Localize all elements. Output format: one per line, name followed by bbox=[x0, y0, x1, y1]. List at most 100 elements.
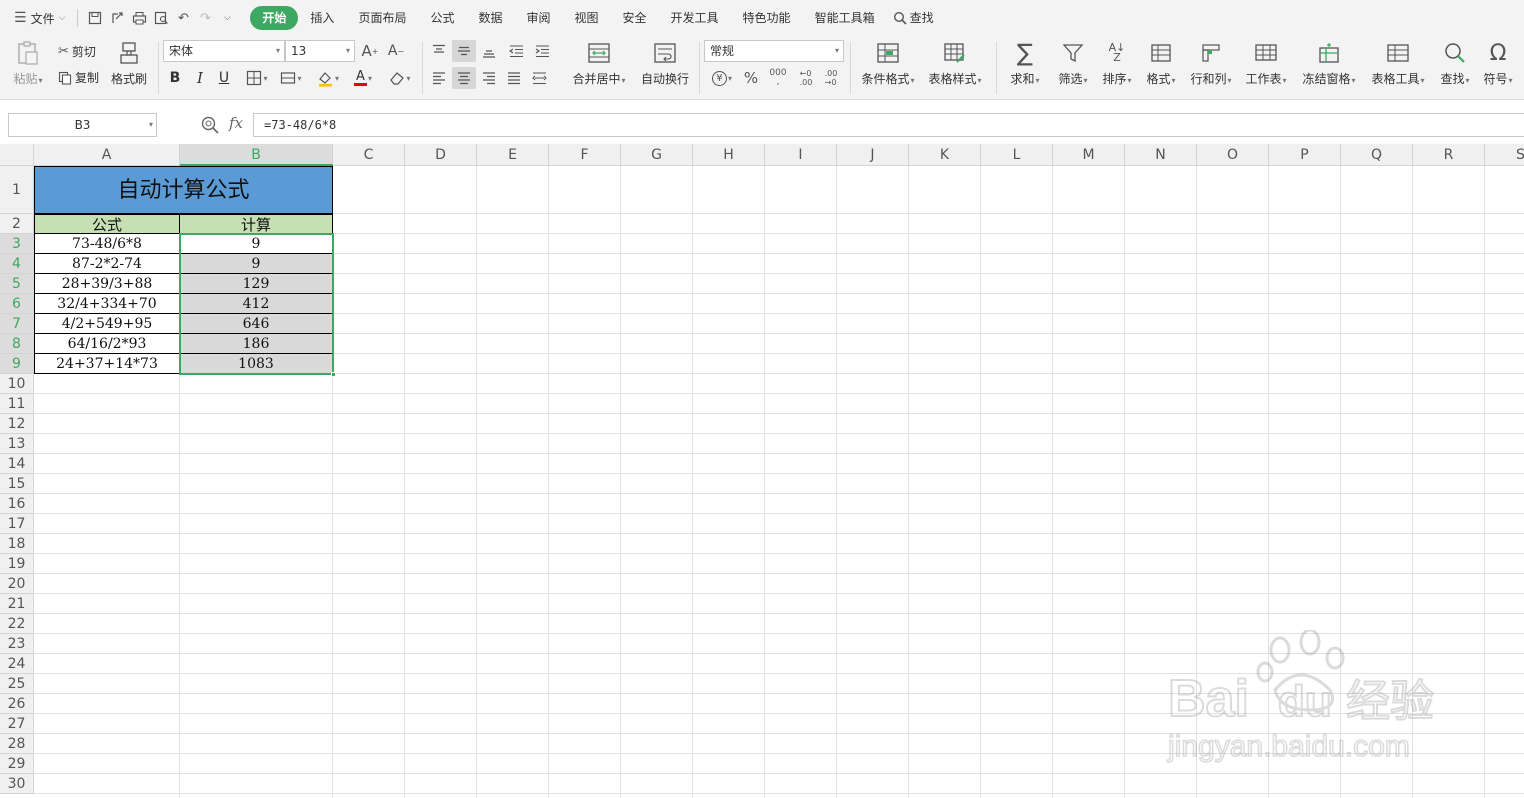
table-style-button[interactable]: 表格样式▾ bbox=[924, 40, 986, 87]
borders-icon[interactable]: ▾ bbox=[243, 68, 271, 88]
freeze-panes-button[interactable]: 冻结窗格▾ bbox=[1298, 40, 1360, 87]
row-header-17[interactable]: 17 bbox=[0, 514, 34, 534]
table-title-cell[interactable]: 自动计算公式 bbox=[34, 166, 333, 214]
sum-button[interactable]: ∑ 求和▾ bbox=[1002, 39, 1048, 87]
export-icon[interactable] bbox=[106, 7, 128, 29]
formula-cell[interactable]: 32/4+334+70 bbox=[34, 294, 180, 314]
cell-style-icon[interactable]: ▾ bbox=[277, 68, 305, 88]
formula-cell[interactable]: 87-2*2-74 bbox=[34, 254, 180, 274]
formula-cell[interactable]: 4/2+549+95 bbox=[34, 314, 180, 334]
row-header-10[interactable]: 10 bbox=[0, 374, 34, 394]
row-header-11[interactable]: 11 bbox=[0, 394, 34, 414]
result-cell[interactable]: 186 bbox=[180, 334, 333, 354]
column-header-m[interactable]: M bbox=[1053, 144, 1125, 166]
print-icon[interactable] bbox=[128, 7, 150, 29]
row-header-5[interactable]: 5 bbox=[0, 274, 34, 294]
tab-view[interactable]: 视图 bbox=[563, 6, 611, 30]
tab-insert[interactable]: 插入 bbox=[298, 6, 346, 30]
font-color-icon[interactable]: A ▾ bbox=[349, 68, 377, 88]
file-menu[interactable]: ☰ 文件 ⌵ bbox=[0, 10, 71, 27]
column-header-g[interactable]: G bbox=[621, 144, 693, 166]
row-header-29[interactable]: 29 bbox=[0, 754, 34, 774]
bold-icon[interactable]: B bbox=[165, 68, 185, 88]
column-header-l[interactable]: L bbox=[981, 144, 1053, 166]
row-header-19[interactable]: 19 bbox=[0, 554, 34, 574]
row-header-6[interactable]: 6 bbox=[0, 294, 34, 314]
header-formula-cell[interactable]: 公式 bbox=[34, 214, 180, 234]
formula-cell[interactable]: 28+39/3+88 bbox=[34, 274, 180, 294]
column-header-h[interactable]: H bbox=[693, 144, 765, 166]
find-button[interactable]: 查找▾ bbox=[1432, 40, 1478, 87]
eraser-icon[interactable]: ▾ bbox=[386, 68, 414, 88]
copy-button[interactable]: 复制 bbox=[58, 69, 99, 86]
row-header-22[interactable]: 22 bbox=[0, 614, 34, 634]
formula-cell[interactable]: 24+37+14*73 bbox=[34, 354, 180, 374]
column-header-f[interactable]: F bbox=[549, 144, 621, 166]
fill-color-icon[interactable]: ▾ bbox=[313, 68, 343, 88]
font-increase-icon[interactable]: A + bbox=[360, 41, 380, 61]
row-header-4[interactable]: 4 bbox=[0, 254, 34, 274]
column-header-j[interactable]: J bbox=[837, 144, 909, 166]
tab-home[interactable]: 开始 bbox=[250, 6, 299, 30]
row-header-25[interactable]: 25 bbox=[0, 674, 34, 694]
column-header-e[interactable]: E bbox=[477, 144, 549, 166]
decrease-decimal-icon[interactable]: .00 →0 bbox=[820, 68, 842, 88]
row-header-26[interactable]: 26 bbox=[0, 694, 34, 714]
tab-data[interactable]: 数据 bbox=[466, 6, 514, 30]
justify-icon[interactable] bbox=[503, 68, 525, 88]
align-top-icon[interactable] bbox=[428, 41, 450, 61]
italic-icon[interactable]: I bbox=[190, 68, 210, 88]
format-painter-button[interactable]: 格式刷 bbox=[102, 40, 156, 87]
tab-developer[interactable]: 开发工具 bbox=[659, 6, 731, 30]
decrease-indent-icon[interactable] bbox=[505, 41, 527, 61]
row-header-23[interactable]: 23 bbox=[0, 634, 34, 654]
row-header-27[interactable]: 27 bbox=[0, 714, 34, 734]
result-cell[interactable]: 646 bbox=[180, 314, 333, 334]
column-header-b[interactable]: B bbox=[180, 144, 333, 166]
formula-cell[interactable]: 73-48/6*8 bbox=[34, 234, 180, 254]
print-preview-icon[interactable] bbox=[150, 7, 172, 29]
search-command[interactable]: 查找 bbox=[887, 6, 946, 30]
align-bottom-icon[interactable] bbox=[478, 41, 500, 61]
tab-special-features[interactable]: 特色功能 bbox=[731, 6, 803, 30]
row-header-28[interactable]: 28 bbox=[0, 734, 34, 754]
tab-page-layout[interactable]: 页面布局 bbox=[346, 6, 418, 30]
column-header-r[interactable]: R bbox=[1413, 144, 1485, 166]
row-header-9[interactable]: 9 bbox=[0, 354, 34, 374]
paste-button[interactable]: 粘贴▾ bbox=[0, 40, 56, 87]
rows-columns-button[interactable]: 行和列▾ bbox=[1186, 40, 1236, 87]
row-header-3[interactable]: 3 bbox=[0, 234, 34, 254]
result-cell[interactable]: 9 bbox=[180, 234, 333, 254]
column-header-p[interactable]: P bbox=[1269, 144, 1341, 166]
row-header-13[interactable]: 13 bbox=[0, 434, 34, 454]
cut-button[interactable]: ✂ 剪切 bbox=[58, 43, 96, 60]
filter-button[interactable]: 筛选▾ bbox=[1050, 40, 1096, 87]
number-format-select[interactable]: 常规 ▾ bbox=[704, 40, 844, 62]
row-header-30[interactable]: 30 bbox=[0, 774, 34, 794]
column-header-a[interactable]: A bbox=[34, 144, 180, 166]
align-right-icon[interactable] bbox=[478, 68, 500, 88]
font-decrease-icon[interactable]: A − bbox=[386, 41, 406, 61]
insert-function-button[interactable]: fx bbox=[229, 114, 243, 132]
thousands-separator-icon[interactable]: 000, bbox=[767, 68, 789, 88]
undo-icon[interactable]: ↶ bbox=[172, 7, 194, 29]
align-middle-icon[interactable] bbox=[452, 40, 476, 62]
percent-icon[interactable]: % bbox=[741, 68, 761, 88]
formula-input[interactable]: =73-48/6*8 bbox=[253, 113, 1524, 137]
row-header-24[interactable]: 24 bbox=[0, 654, 34, 674]
zoom-formula-icon[interactable] bbox=[200, 115, 220, 135]
distributed-align-icon[interactable] bbox=[528, 68, 550, 88]
table-tools-button[interactable]: 表格工具▾ bbox=[1367, 40, 1429, 87]
row-header-20[interactable]: 20 bbox=[0, 574, 34, 594]
column-header-n[interactable]: N bbox=[1125, 144, 1197, 166]
tab-security[interactable]: 安全 bbox=[611, 6, 659, 30]
column-header-q[interactable]: Q bbox=[1341, 144, 1413, 166]
underline-icon[interactable]: U bbox=[214, 68, 234, 88]
fill-handle[interactable] bbox=[331, 372, 336, 377]
row-header-18[interactable]: 18 bbox=[0, 534, 34, 554]
wrap-text-button[interactable]: 自动换行 bbox=[636, 40, 694, 87]
merge-center-button[interactable]: 合并居中▾ bbox=[568, 40, 630, 87]
column-header-s[interactable]: S bbox=[1485, 144, 1524, 166]
result-cell[interactable]: 129 bbox=[180, 274, 333, 294]
row-header-15[interactable]: 15 bbox=[0, 474, 34, 494]
